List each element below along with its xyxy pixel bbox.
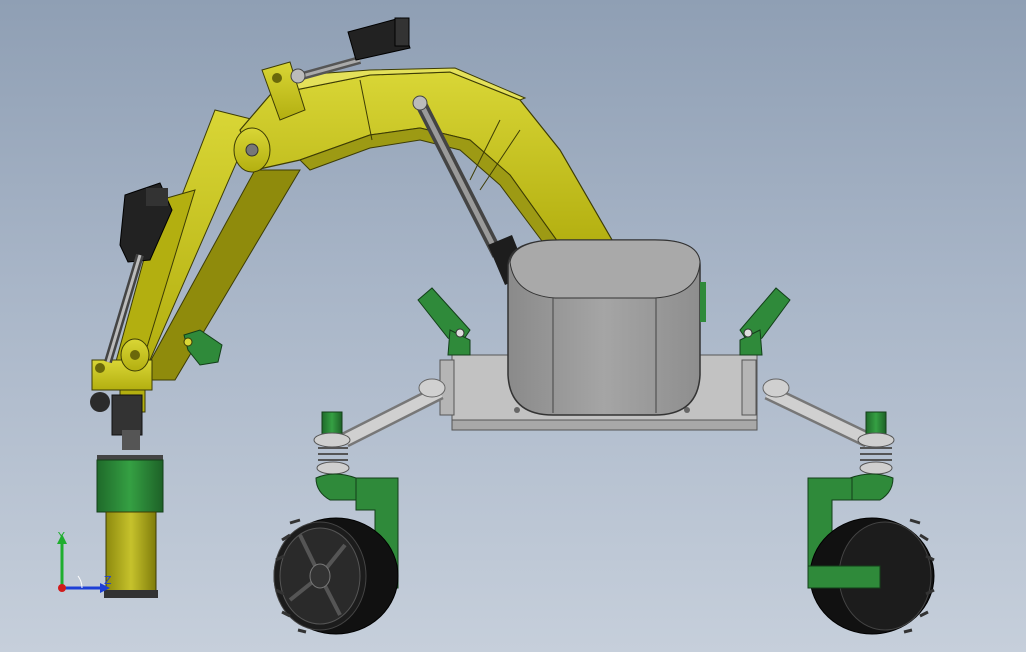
x-axis-dot [58, 584, 66, 592]
cad-viewport[interactable]: Y Z [0, 0, 1026, 652]
robot-model[interactable] [0, 0, 1026, 652]
left-wheel[interactable] [273, 517, 399, 635]
z-axis-label: Z [104, 574, 112, 587]
y-axis-label: Y [57, 530, 65, 543]
chassis[interactable] [417, 239, 791, 431]
axis-triad: Y Z [57, 530, 112, 593]
